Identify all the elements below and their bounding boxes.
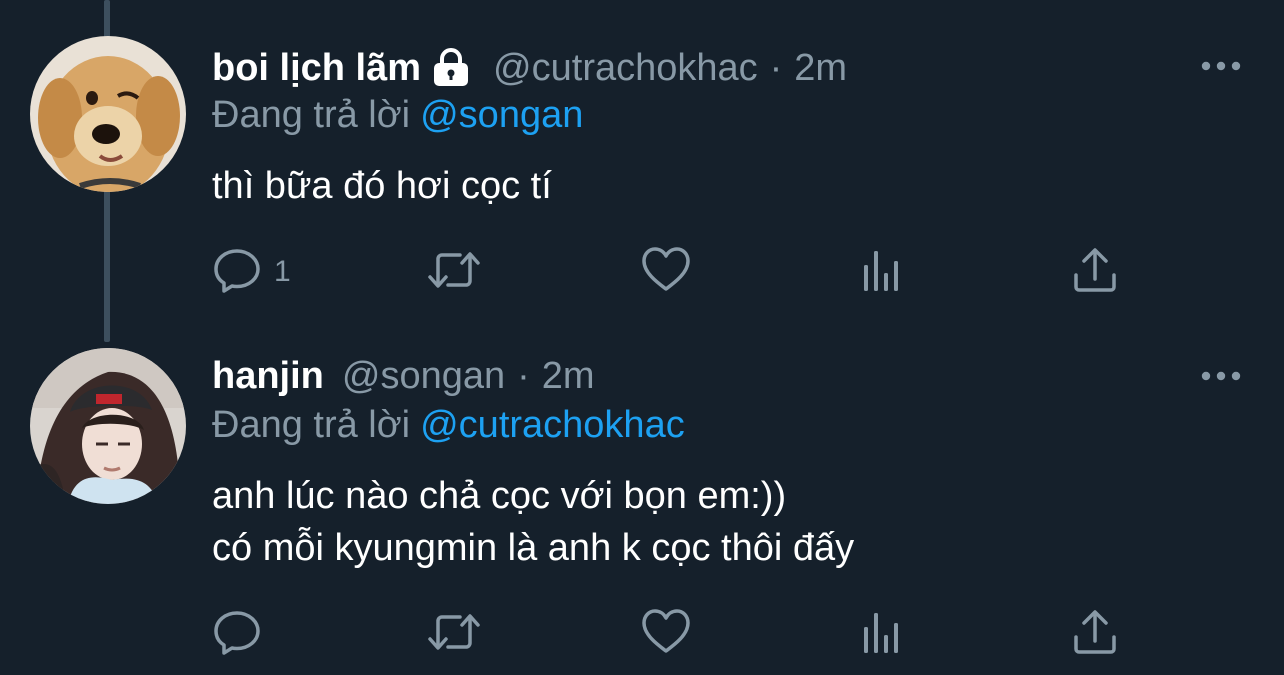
- reply-count: 1: [274, 255, 291, 288]
- reply-icon[interactable]: [212, 607, 262, 662]
- tweet-actions: 1: [212, 246, 1132, 298]
- replying-prefix: Đang trả lời: [212, 404, 411, 446]
- user-handle[interactable]: @cutrachokhac: [493, 47, 758, 90]
- more-options-icon[interactable]: [1200, 56, 1242, 76]
- avatar-boi-lich-lam[interactable]: [30, 36, 186, 192]
- timestamp[interactable]: 2m: [794, 47, 847, 90]
- retweet-icon[interactable]: [426, 607, 482, 662]
- share-button[interactable]: [1072, 246, 1118, 298]
- replying-mention[interactable]: @cutrachokhac: [420, 404, 685, 446]
- share-icon[interactable]: [1072, 245, 1118, 300]
- display-name[interactable]: hanjin: [212, 355, 324, 398]
- tweet-text-line: anh lúc nào chả cọc với bọn em:)): [212, 475, 787, 517]
- dog-avatar: [30, 36, 186, 192]
- tweet-2-header: hanjin @songan · 2m: [212, 348, 595, 404]
- tweet-1[interactable]: boi lịch lãm @cutrachokhac · 2m Đang trả…: [0, 0, 1284, 330]
- share-button[interactable]: [1072, 608, 1118, 660]
- retweet-icon[interactable]: [426, 245, 482, 300]
- tweet-thread: boi lịch lãm @cutrachokhac · 2m Đang trả…: [0, 0, 1284, 675]
- timestamp[interactable]: 2m: [542, 355, 595, 398]
- analytics-button[interactable]: [860, 608, 904, 660]
- retweet-button[interactable]: [426, 608, 482, 660]
- separator-dot: ·: [769, 46, 783, 89]
- reply-icon[interactable]: [212, 245, 262, 300]
- tweet-text: thì bữa đó hơi cọc tí: [212, 160, 552, 212]
- retweet-button[interactable]: [426, 246, 482, 298]
- reply-button[interactable]: 1: [212, 246, 291, 298]
- user-handle[interactable]: @songan: [342, 355, 505, 398]
- more-options-icon[interactable]: [1200, 366, 1242, 386]
- share-icon[interactable]: [1072, 607, 1118, 662]
- like-icon[interactable]: [640, 245, 692, 300]
- tweet-text-line: có mỗi kyungmin là anh k cọc thôi đấy: [212, 527, 855, 569]
- display-name[interactable]: boi lịch lãm: [212, 47, 421, 90]
- analytics-icon[interactable]: [860, 607, 904, 662]
- replying-to: Đang trả lời @songan: [212, 94, 583, 137]
- avatar-hanjin[interactable]: [30, 348, 186, 504]
- separator-dot: ·: [517, 354, 530, 397]
- replying-prefix: Đang trả lời: [212, 94, 411, 136]
- replying-mention[interactable]: @songan: [420, 94, 583, 136]
- person-avatar: [30, 348, 186, 504]
- lock-icon: [431, 48, 471, 88]
- tweet-text-line: thì bữa đó hơi cọc tí: [212, 165, 552, 207]
- like-button[interactable]: [640, 608, 692, 660]
- like-icon[interactable]: [640, 607, 692, 662]
- tweet-text: anh lúc nào chả cọc với bọn em:)) có mỗi…: [212, 470, 854, 574]
- analytics-button[interactable]: [860, 246, 904, 298]
- like-button[interactable]: [640, 246, 692, 298]
- analytics-icon[interactable]: [860, 245, 904, 300]
- replying-to: Đang trả lời @cutrachokhac: [212, 404, 685, 447]
- tweet-actions: [212, 608, 1132, 660]
- tweet-1-header: boi lịch lãm @cutrachokhac · 2m: [212, 40, 847, 96]
- reply-button[interactable]: [212, 608, 274, 660]
- tweet-2[interactable]: hanjin @songan · 2m Đang trả lời @cutrach…: [0, 330, 1284, 675]
